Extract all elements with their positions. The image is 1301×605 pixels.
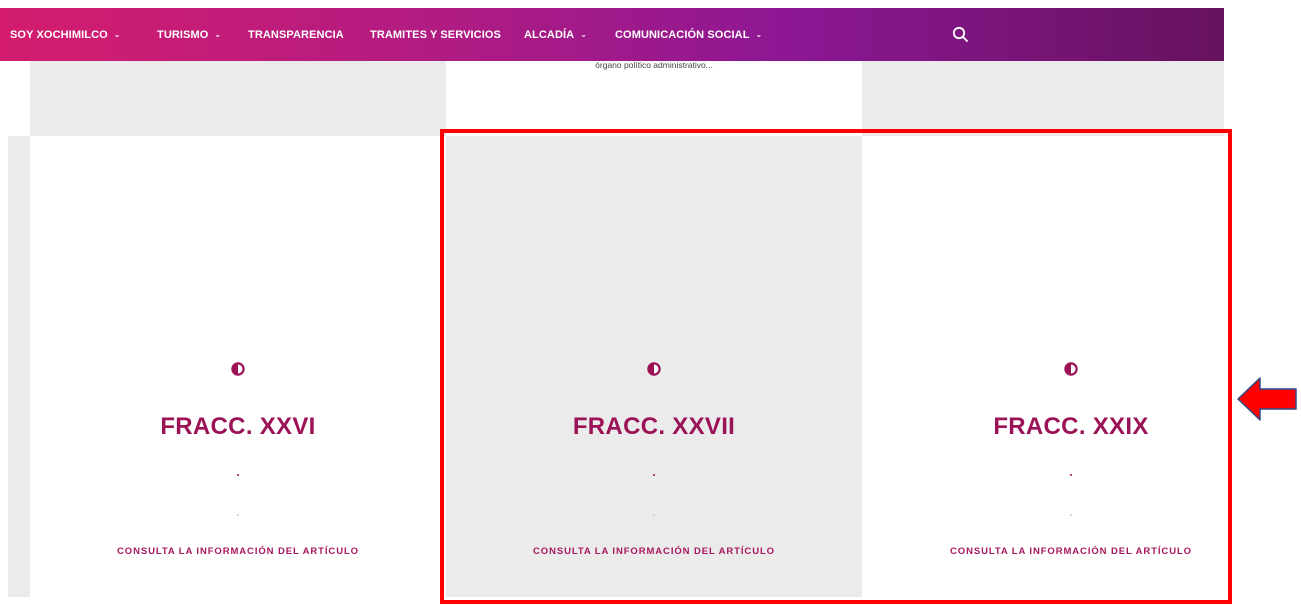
previous-card-left (30, 61, 446, 136)
half-circle-icon (1064, 362, 1078, 376)
card-title: FRACC. XXVII (572, 413, 736, 440)
nav-item-turismo[interactable]: TURISMO ⌄ (157, 8, 221, 61)
chevron-down-icon: ⌄ (113, 30, 121, 39)
card-separator-dot (653, 514, 655, 516)
card-separator-dot (1070, 514, 1072, 516)
top-navbar: SOY XOCHIMILCO ⌄ TURISMO ⌄ TRANSPARENCIA… (0, 8, 1224, 61)
nav-item-label: ALCADÍA (524, 28, 575, 41)
card-separator-dot (237, 514, 239, 516)
half-circle-icon (231, 362, 245, 376)
nav-item-label: TURISMO (157, 28, 209, 41)
chevron-down-icon: ⌄ (755, 30, 763, 39)
card-separator-dot (653, 474, 655, 476)
card-title: FRACC. XXVI (160, 413, 316, 440)
previous-card-snippet: órgano político administrativo... (595, 60, 713, 70)
previous-card-right (862, 61, 1224, 136)
nav-item-soy-xochimilco[interactable]: SOY XOCHIMILCO ⌄ (10, 8, 121, 61)
nav-item-label: TRANSPARENCIA (248, 28, 344, 41)
consulta-link[interactable]: CONSULTA LA INFORMACIÓN DEL ARTÍCULO (30, 546, 446, 557)
nav-item-transparencia[interactable]: TRANSPARENCIA (248, 8, 344, 61)
consulta-link[interactable]: CONSULTA LA INFORMACIÓN DEL ARTÍCULO (446, 546, 862, 557)
half-circle-icon (647, 362, 661, 376)
chevron-down-icon: ⌄ (580, 30, 588, 39)
left-arrow-icon (1237, 377, 1297, 421)
nav-item-label: COMUNICACIÓN SOCIAL (615, 28, 750, 41)
card-title: FRACC. XXIX (993, 413, 1149, 440)
nav-item-comunicacion-social[interactable]: COMUNICACIÓN SOCIAL ⌄ (615, 8, 762, 61)
left-gray-edge (8, 136, 30, 597)
card-separator-dot (237, 474, 239, 476)
fraccion-card: FRACC. XXVII CONSULTA LA INFORMACIÓN DEL… (446, 136, 862, 597)
fraccion-card: FRACC. XXIX CONSULTA LA INFORMACIÓN DEL … (862, 136, 1280, 597)
previous-card-middle (446, 61, 862, 136)
fraccion-card: FRACC. XXVI CONSULTA LA INFORMACIÓN DEL … (30, 136, 446, 597)
search-icon[interactable] (952, 26, 969, 43)
card-separator-dot (1070, 474, 1072, 476)
nav-item-label: SOY XOCHIMILCO (10, 28, 108, 41)
chevron-down-icon: ⌄ (214, 30, 222, 39)
nav-item-alcadia[interactable]: ALCADÍA ⌄ (524, 8, 587, 61)
nav-item-label: TRAMITES Y SERVICIOS (370, 28, 501, 41)
nav-item-tramites-y-servicios[interactable]: TRAMITES Y SERVICIOS (370, 8, 501, 61)
consulta-link[interactable]: CONSULTA LA INFORMACIÓN DEL ARTÍCULO (862, 546, 1280, 557)
